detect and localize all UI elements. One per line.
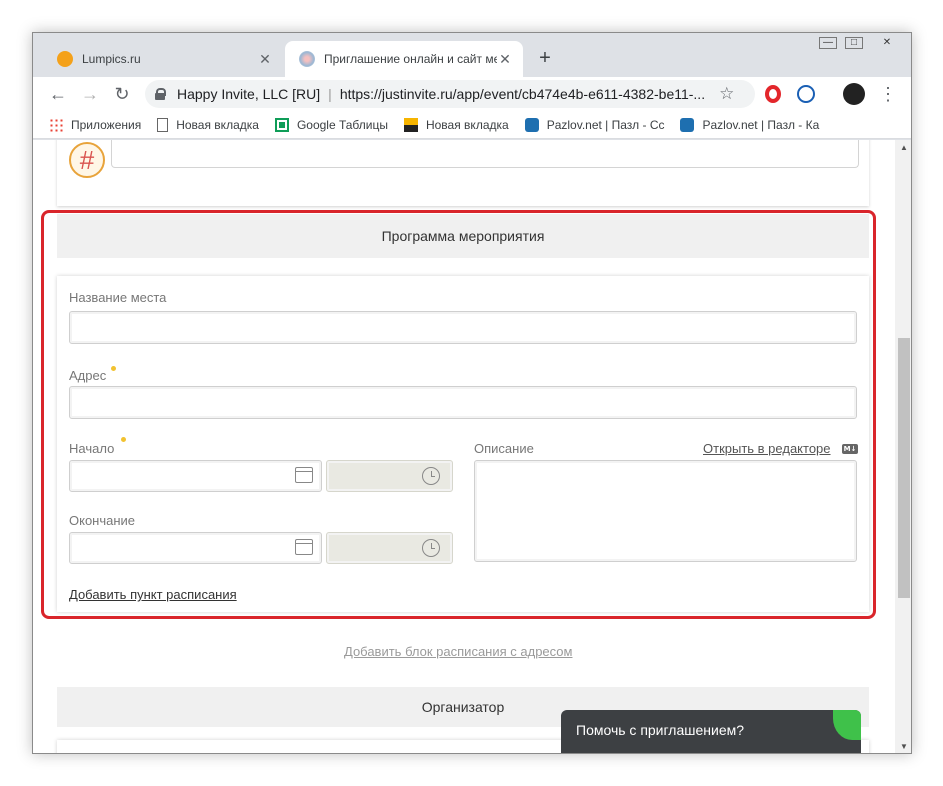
tab-title: Приглашение онлайн и сайт ме [324,52,497,66]
add-schedule-block-link[interactable]: Добавить блок расписания с адресом [344,644,572,659]
lumpics-favicon-icon [57,51,73,67]
scrollbar-thumb[interactable] [898,338,910,598]
close-tab-icon[interactable]: ✕ [257,51,273,68]
avatar-icon[interactable] [843,83,865,105]
justinvite-favicon-icon [299,51,315,67]
sheets-icon [274,117,289,132]
page-icon [157,117,169,132]
browser-window: Lumpics.ru ✕ Приглашение онлайн и сайт м… [32,32,912,754]
bookmarks-bar: Приложения Новая вкладка Google Таблицы … [33,111,911,139]
chat-leaf-icon [833,710,861,740]
tab-strip: Lumpics.ru ✕ Приглашение онлайн и сайт м… [33,33,911,77]
omnibox-separator: | [328,86,332,102]
puzzle-icon [680,117,695,132]
browser-toolbar: ← → ↻ Happy Invite, LLC [RU] | https://j… [33,77,911,111]
globe-icon[interactable] [797,85,815,103]
forward-button[interactable]: → [77,82,103,106]
tab-title: Lumpics.ru [82,52,141,66]
bookmark-apps[interactable]: Приложения [49,117,142,132]
previous-input[interactable] [111,140,859,168]
close-window-button[interactable]: ✕ [869,33,905,53]
puzzle-icon [524,117,539,132]
chat-widget[interactable]: Помочь с приглашением? [561,710,861,753]
apps-grid-icon [49,117,63,132]
bookmark-label: Google Таблицы [296,117,388,132]
back-button[interactable]: ← [45,82,71,106]
page-viewport: Программа мероприятия Название места Адр… [33,140,895,753]
chat-label: Помочь с приглашением? [576,722,745,738]
site-identity[interactable]: Happy Invite, LLC [RU] [177,86,320,102]
maximize-button[interactable]: □ [839,33,869,53]
bookmark-label: Новая вкладка [425,117,509,132]
reload-button[interactable]: ↻ [109,82,135,106]
highlight-frame [41,210,876,619]
opera-icon[interactable] [765,85,781,103]
event-logo-icon [69,142,105,178]
bookmark-google-sheets[interactable]: Google Таблицы [274,117,388,132]
bookmark-star-icon[interactable]: ☆ [719,84,734,104]
new-tab-button[interactable]: + [533,47,557,71]
bookmark-pazlov-1[interactable]: Pazlov.net | Пазл - Сс [524,117,665,132]
address-bar[interactable]: Happy Invite, LLC [RU] | https://justinv… [145,80,755,108]
bookmark-new-tab-1[interactable]: Новая вкладка [157,117,259,132]
bookmark-label: Pazlov.net | Пазл - Сс [546,117,665,132]
bookmark-label: Новая вкладка [176,117,259,132]
scroll-up-arrow-icon[interactable]: ▲ [895,140,911,156]
menu-icon[interactable]: ⋮ [875,82,901,106]
bookmark-label: Приложения [71,117,142,132]
image-icon [403,117,418,132]
bookmark-label: Pazlov.net | Пазл - Ка [702,117,820,132]
previous-card [57,140,869,206]
bookmark-pazlov-2[interactable]: Pazlov.net | Пазл - Ка [680,117,820,132]
close-tab-icon[interactable]: ✕ [497,51,513,68]
tab-lumpics[interactable]: Lumpics.ru ✕ [43,41,283,77]
scrollbar[interactable]: ▲ ▼ [895,140,911,753]
scroll-down-arrow-icon[interactable]: ▼ [895,739,911,753]
url-text[interactable]: https://justinvite.ru/app/event/cb474e4b… [340,86,705,102]
lock-icon [155,88,166,100]
tab-happy-invite[interactable]: Приглашение онлайн и сайт ме ✕ [285,41,523,77]
bookmark-new-tab-2[interactable]: Новая вкладка [403,117,509,132]
